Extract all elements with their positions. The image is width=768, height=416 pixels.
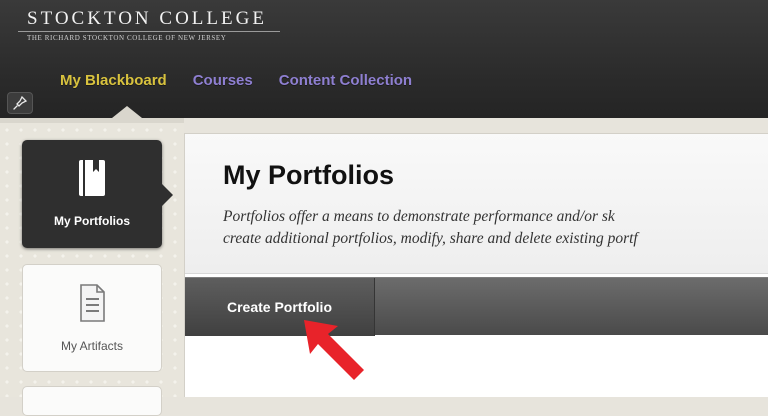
book-icon <box>79 160 105 196</box>
brand-divider <box>18 31 280 32</box>
top-navigation: My Blackboard Courses Content Collection <box>60 72 412 89</box>
action-bar: Create Portfolio <box>185 277 768 336</box>
tab-content-collection[interactable]: Content Collection <box>279 72 412 89</box>
sidebar-item-label: My Portfolios <box>53 214 130 228</box>
tab-my-blackboard[interactable]: My Blackboard <box>60 72 167 89</box>
sidebar-item-my-portfolios[interactable]: My Portfolios <box>22 140 173 248</box>
pin-icon <box>13 96 27 110</box>
document-icon <box>80 284 105 322</box>
intro-panel: My Portfolios Portfolios offer a means t… <box>185 134 768 274</box>
page-description: Portfolios offer a means to demonstrate … <box>223 206 768 250</box>
top-header: STOCKTON COLLEGE THE RICHARD STOCKTON CO… <box>0 0 768 118</box>
tab-courses[interactable]: Courses <box>193 72 253 89</box>
main-content: My Portfolios Portfolios offer a means t… <box>184 133 768 397</box>
active-tab-caret <box>112 106 142 118</box>
left-sidebar: My Portfolios My Artifacts <box>0 118 184 416</box>
sidebar-item-my-artifacts[interactable]: My Artifacts <box>22 264 162 372</box>
pointer-arrow-icon <box>304 320 364 380</box>
page-title: My Portfolios <box>223 160 395 190</box>
pin-button[interactable] <box>7 92 33 114</box>
brand-logo-text: STOCKTON COLLEGE <box>27 8 267 29</box>
description-line: Portfolios offer a means to demonstrate … <box>223 208 615 225</box>
sidebar-item-label: My Artifacts <box>60 339 123 353</box>
description-line: create additional portfolios, modify, sh… <box>223 230 638 247</box>
brand-subtitle: THE RICHARD STOCKTON COLLEGE OF NEW JERS… <box>27 34 227 42</box>
sidebar-item-more[interactable] <box>22 386 162 416</box>
